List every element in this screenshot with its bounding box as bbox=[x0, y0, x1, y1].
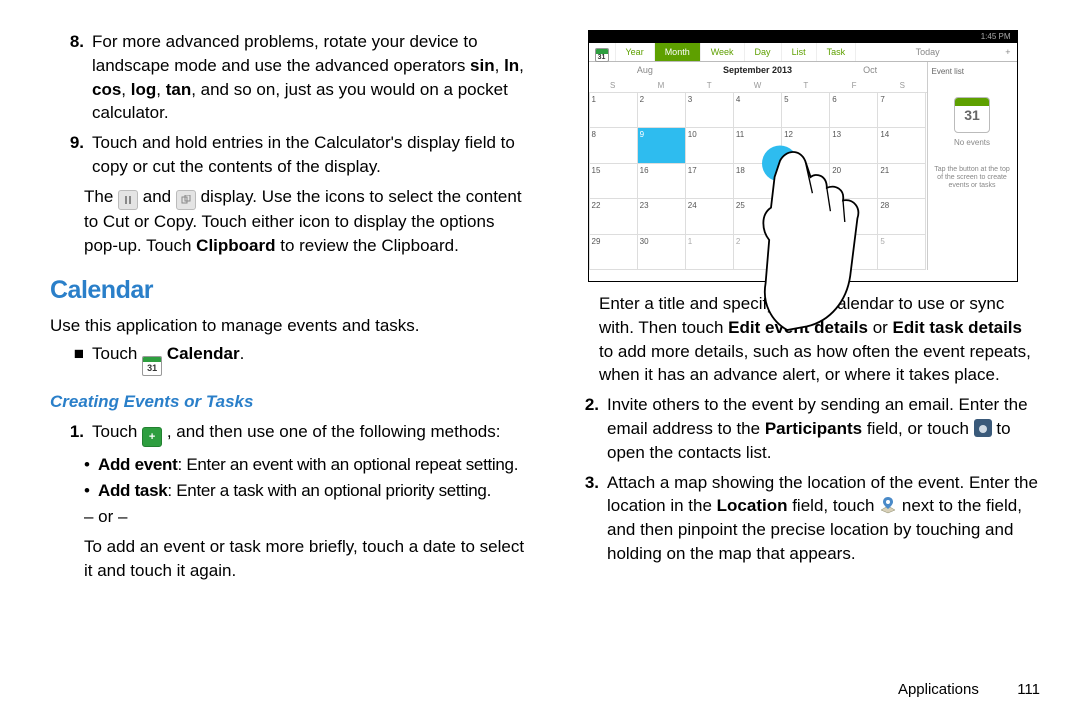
status-bar: 1:45 PM bbox=[589, 31, 1017, 43]
square-bullet: ■ bbox=[50, 342, 92, 366]
month-grid: 1234567 891011121314 15161718192021 2223… bbox=[589, 92, 927, 270]
sub-add-task: • Add task: Enter a task with an optiona… bbox=[84, 479, 525, 503]
step-8: 8. For more advanced problems, rotate yo… bbox=[50, 30, 525, 125]
event-list-pane: Event list 31 No events Tap the button a… bbox=[927, 62, 1017, 270]
step-2: 2. Invite others to the event by sending… bbox=[565, 393, 1040, 464]
clipboard-paragraph: The and display. Use the icons to select… bbox=[84, 185, 525, 258]
big-calendar-icon: 31 bbox=[954, 97, 990, 133]
calendar-screenshot-figure: 1:45 PM 31 Year Month Week Day List Task… bbox=[588, 30, 1018, 282]
step-number: 2. bbox=[565, 393, 607, 417]
today-button: Today bbox=[910, 43, 946, 61]
map-pin-icon bbox=[879, 496, 897, 514]
create-step-1: 1. Touch + , and then use one of the fol… bbox=[50, 420, 525, 448]
page-number: 111 bbox=[1017, 681, 1040, 698]
step-8-body: For more advanced problems, rotate your … bbox=[92, 30, 525, 125]
calendar-intro: Use this application to manage events an… bbox=[50, 314, 525, 338]
creating-events-heading: Creating Events or Tasks bbox=[50, 390, 525, 414]
step-number: 3. bbox=[565, 471, 607, 495]
step-9-body: Touch and hold entries in the Calculator… bbox=[92, 131, 525, 179]
tab-day: Day bbox=[745, 43, 782, 61]
calendar-app-icon: 31 bbox=[142, 356, 162, 376]
tab-month: Month bbox=[655, 43, 701, 61]
step-number: 9. bbox=[50, 131, 92, 155]
copy-icon bbox=[176, 190, 196, 210]
tab-bar: 31 Year Month Week Day List Task Today + bbox=[589, 43, 1017, 62]
para-enter-title: Enter a title and specify which calendar… bbox=[599, 292, 1040, 387]
tab-year: Year bbox=[616, 43, 655, 61]
left-column: 8. For more advanced problems, rotate yo… bbox=[50, 30, 525, 700]
sub-add-event: • Add event: Enter an event with an opti… bbox=[84, 453, 525, 477]
cut-icon bbox=[118, 190, 138, 210]
calendar-heading: Calendar bbox=[50, 273, 525, 308]
or-divider: – or – bbox=[84, 505, 525, 529]
month-switcher: Aug September 2013 Oct bbox=[589, 62, 927, 79]
step-number: 1. bbox=[50, 420, 92, 444]
touch-calendar-row: ■ Touch 31 Calendar. bbox=[50, 342, 525, 376]
page-footer: Applications 111 bbox=[565, 671, 1040, 700]
add-button: + bbox=[999, 43, 1016, 61]
step-number: 8. bbox=[50, 30, 92, 54]
section-label: Applications bbox=[898, 681, 979, 698]
add-icon: + bbox=[142, 427, 162, 447]
tab-week: Week bbox=[701, 43, 745, 61]
calendar-mini-icon: 31 bbox=[589, 43, 616, 61]
tab-list: List bbox=[782, 43, 817, 61]
contacts-icon bbox=[974, 419, 992, 437]
step-9: 9. Touch and hold entries in the Calcula… bbox=[50, 131, 525, 179]
weekday-header: SMTWTFS bbox=[589, 79, 927, 92]
right-column: 1:45 PM 31 Year Month Week Day List Task… bbox=[565, 30, 1040, 700]
tablet-frame: 1:45 PM 31 Year Month Week Day List Task… bbox=[588, 30, 1018, 282]
brief-add-paragraph: To add an event or task more briefly, to… bbox=[84, 535, 525, 583]
tab-task: Task bbox=[817, 43, 857, 61]
step-3: 3. Attach a map showing the location of … bbox=[565, 471, 1040, 566]
